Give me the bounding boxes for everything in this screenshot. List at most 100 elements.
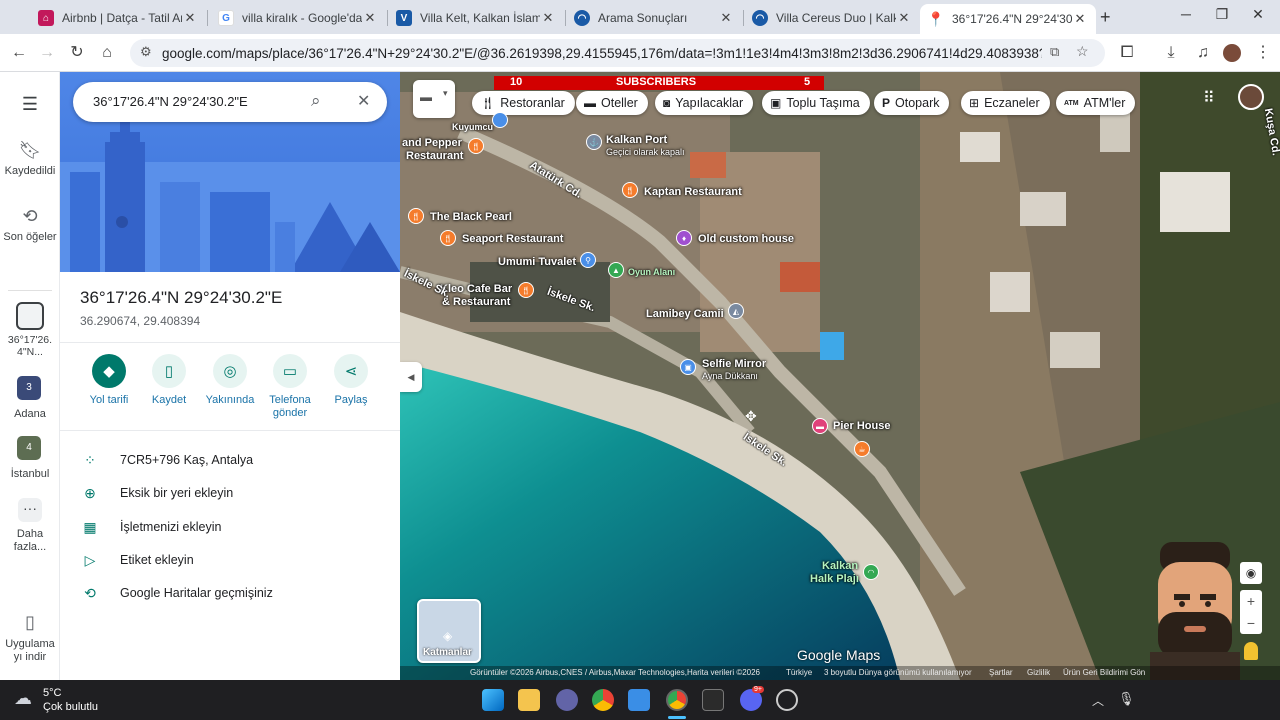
keyboard-toggle[interactable]: ▬ ▾ xyxy=(413,80,455,118)
home-icon[interactable]: ⌂ xyxy=(96,42,118,64)
poi-lamibey-mosque[interactable]: Lamibey Camii xyxy=(646,308,724,320)
search-input[interactable]: 36°17'26.4"N 29°24'30.2"E xyxy=(93,94,248,109)
menu-hamburger-icon[interactable]: ☰ xyxy=(0,94,60,115)
account-avatar[interactable] xyxy=(1238,84,1264,110)
park-pin-icon[interactable]: ▲ xyxy=(608,262,624,278)
poi-old-custom-house[interactable]: Old custom house xyxy=(698,233,794,245)
close-tab-icon[interactable]: ✕ xyxy=(896,10,912,26)
media-icon[interactable]: ♫ xyxy=(1192,42,1214,64)
shopping-pin-icon[interactable]: ▣ xyxy=(680,359,696,375)
restaurant-pin-icon[interactable]: 🍴︎ xyxy=(622,182,638,198)
chip-atms[interactable]: ATM ATM'ler xyxy=(1056,91,1136,115)
satellite-map[interactable]: 10 SUBSCRIBERS 5 ▬ ▾ 🍴︎ Restoranlar ▬ Otel… xyxy=(400,72,1280,680)
extensions-icon[interactable]: ⧠ xyxy=(1116,42,1138,64)
close-tab-icon[interactable]: ✕ xyxy=(1072,11,1088,27)
poi-kaptan-restaurant[interactable]: Kaptan Restaurant xyxy=(644,186,742,198)
download-icon[interactable]: ⤓ xyxy=(1160,42,1182,64)
tab-search-results[interactable]: ◠ Arama Sonuçları ✕ xyxy=(566,4,742,32)
chip-pharmacies[interactable]: ⊞ Eczaneler xyxy=(961,91,1050,115)
tab-airbnb[interactable]: ⌂ Airbnb | Datça - Tatil Amaç ✕ xyxy=(30,4,206,32)
restore-icon[interactable]: ❐ xyxy=(1204,6,1240,23)
port-pin-icon[interactable]: ⚓ xyxy=(586,134,602,150)
microphone-icon[interactable]: 🎙︎ xyxy=(1118,691,1135,707)
site-info-icon[interactable]: ⚙ xyxy=(140,44,152,60)
tab-maps-active[interactable]: 📍 36°17'26.4"N 29°24'30.2"E ✕ xyxy=(920,4,1096,34)
add-missing-place-row[interactable]: ⊕ Eksik bir yeri ekleyin xyxy=(80,482,233,504)
terms-link[interactable]: Şartlar xyxy=(989,666,1013,680)
close-tab-icon[interactable]: ✕ xyxy=(540,10,556,26)
maps-history-row[interactable]: ⟲ Google Haritalar geçmişiniz xyxy=(80,582,273,604)
chrome-active-icon[interactable] xyxy=(666,689,688,711)
avatar[interactable] xyxy=(1223,44,1241,62)
layers-button[interactable]: ◈ Katmanlar xyxy=(417,599,481,663)
privacy-link[interactable]: Gizlilik xyxy=(1027,666,1050,680)
chip-parking[interactable]: P Otopark xyxy=(874,91,950,115)
poi-public-toilet[interactable]: Umumi Tuvalet xyxy=(498,256,576,268)
windows-start-icon[interactable] xyxy=(482,689,504,711)
tab-villa-kelt[interactable]: V Villa Kelt, Kalkan İslamlar - ✕ xyxy=(388,4,564,32)
save-button[interactable]: ▯ Kaydet xyxy=(139,354,199,406)
plus-code-row[interactable]: ⁘ 7CR5+796 Kaş, Antalya xyxy=(80,449,253,471)
url-text[interactable]: google.com/maps/place/36°17'26.4"N+29°24… xyxy=(162,46,1042,61)
tab-search-icon[interactable] xyxy=(6,9,22,25)
search-box[interactable]: 36°17'26.4"N 29°24'30.2"E ⌕ ✕ xyxy=(73,82,387,122)
poi-selfie-mirror[interactable]: Selfie Mirror xyxy=(702,358,766,370)
obs-icon[interactable] xyxy=(776,689,798,711)
bookmark-star-icon[interactable]: ☆ xyxy=(1076,43,1089,60)
toilet-pin-icon[interactable]: ⚲ xyxy=(580,252,596,268)
rail-saved[interactable]: 🔖︎ Kaydedildi xyxy=(0,140,60,177)
chip-restaurants[interactable]: 🍴︎ Restoranlar xyxy=(472,91,575,115)
poi-kalkan-port[interactable]: Kalkan Port xyxy=(606,134,667,146)
chip-things-to-do[interactable]: ◙ Yapılacaklar xyxy=(655,91,754,115)
close-window-icon[interactable]: ✕ xyxy=(1240,6,1276,23)
reload-icon[interactable]: ↻ xyxy=(66,42,88,64)
close-icon[interactable]: ✕ xyxy=(357,91,370,111)
menu-icon[interactable]: ⋮ xyxy=(1252,42,1274,64)
weather-temperature[interactable]: 5°C xyxy=(43,687,61,699)
nearby-button[interactable]: ◎ Yakınında xyxy=(200,354,260,406)
museum-pin-icon[interactable]: ♦ xyxy=(676,230,692,246)
forward-icon[interactable]: → xyxy=(36,42,58,64)
directions-button[interactable]: ◆ Yol tarifi xyxy=(79,354,139,406)
close-tab-icon[interactable]: ✕ xyxy=(362,10,378,26)
file-explorer-icon[interactable] xyxy=(518,689,540,711)
poi-black-pearl[interactable]: The Black Pearl xyxy=(430,211,512,223)
weather-cloud-icon[interactable]: ☁︎ xyxy=(14,688,32,709)
add-business-row[interactable]: ▦ İşletmenizi ekleyin xyxy=(80,516,221,538)
rail-recent[interactable]: ⟲ Son öğeler xyxy=(0,206,60,243)
open-in-app-icon[interactable]: ⧉ xyxy=(1050,44,1059,60)
search-icon[interactable]: ⌕ xyxy=(311,91,321,111)
rail-get-app[interactable]: ▯ Uygulama yı indir xyxy=(0,612,60,663)
weather-description[interactable]: Çok bulutlu xyxy=(43,701,98,713)
terminal-icon[interactable] xyxy=(702,689,724,711)
back-icon[interactable]: ← xyxy=(8,42,30,64)
minimize-icon[interactable]: ─ xyxy=(1168,6,1204,22)
tab-google-search[interactable]: G villa kiralık - Google'da Ara ✕ xyxy=(210,4,386,32)
poi-pier-house[interactable]: Pier House xyxy=(833,420,890,432)
mosque-pin-icon[interactable]: ◭ xyxy=(728,303,744,319)
close-tab-icon[interactable]: ✕ xyxy=(718,10,734,26)
country-label[interactable]: Türkiye xyxy=(786,666,812,680)
tab-villa-cereus[interactable]: ◠ Villa Cereus Duo | Kalkan İs ✕ xyxy=(744,4,920,32)
close-tab-icon[interactable]: ✕ xyxy=(182,10,198,26)
poi-seaport-restaurant[interactable]: Seaport Restaurant xyxy=(462,233,563,245)
restaurant-pin-icon[interactable]: 🍴︎ xyxy=(518,282,534,298)
send-to-phone-button[interactable]: ▭ Telefona gönder xyxy=(260,354,320,420)
new-tab-icon[interactable]: + xyxy=(1100,7,1111,28)
collapse-panel-button[interactable]: ◀ xyxy=(400,362,422,392)
poi-and-pepper[interactable]: and Pepper xyxy=(402,137,462,149)
chip-transit[interactable]: ▣ Toplu Taşıma xyxy=(762,91,870,115)
address-bar[interactable]: ⚙ google.com/maps/place/36°17'26.4"N+29°… xyxy=(130,39,1105,67)
share-button[interactable]: ⋖ Paylaş xyxy=(321,354,381,406)
restaurant-pin-icon[interactable]: 🍴︎ xyxy=(440,230,456,246)
feedback-link[interactable]: Ürün Geri Bildirimi Gön xyxy=(1063,666,1145,680)
add-label-row[interactable]: ▷ Etiket ekleyin xyxy=(80,549,194,571)
beach-pin-icon[interactable]: ◠ xyxy=(863,564,879,580)
poi-kalkan-beach[interactable]: Kalkan xyxy=(822,560,858,572)
shopping-pin-icon[interactable] xyxy=(492,112,508,128)
chip-hotels[interactable]: ▬ Oteller xyxy=(576,91,648,115)
restaurant-pin-icon[interactable]: 🍴︎ xyxy=(468,138,484,154)
chevron-up-icon[interactable]: ︿ xyxy=(1092,692,1104,709)
restaurant-pin-icon[interactable]: 🍴︎ xyxy=(408,208,424,224)
apps-grid-icon[interactable]: ⠿ xyxy=(1203,88,1215,108)
